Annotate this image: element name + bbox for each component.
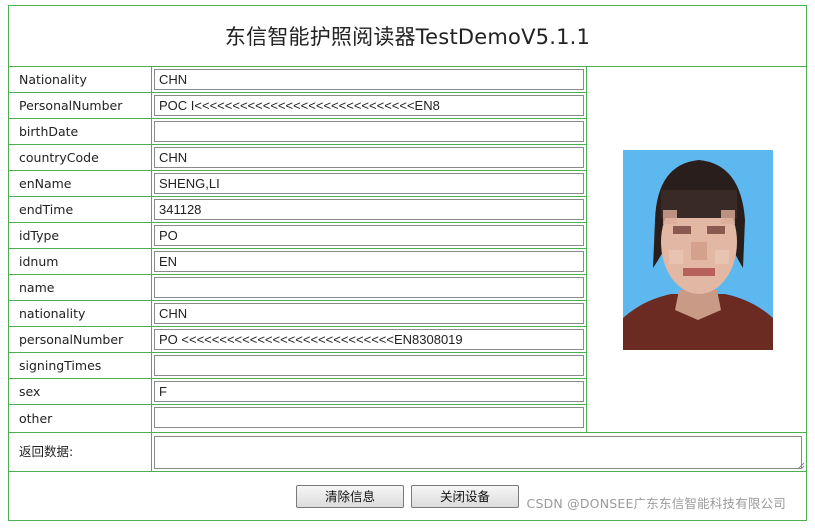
field-label: signingTimes [9,353,152,378]
field-row-endtime: endTime 341128 [9,197,587,223]
field-row-nationality-lower: nationality CHN [9,301,587,327]
country-code-input[interactable]: CHN [154,147,584,168]
field-label: birthDate [9,119,152,144]
field-label: idType [9,223,152,248]
button-bar: 清除信息 关闭设备 CSDN @DONSEE广东东信智能科技有限公司 [9,472,806,520]
end-time-input[interactable]: 341128 [154,199,584,220]
main-frame: 东信智能护照阅读器TestDemoV5.1.1 Nationality CHN … [8,5,807,521]
field-label: enName [9,171,152,196]
field-label: other [9,405,152,432]
id-num-input[interactable]: EN [154,251,584,272]
personal-number-lower-input[interactable]: PO <<<<<<<<<<<<<<<<<<<<<<<<<<<<EN8308019 [154,329,584,350]
app-title: 东信智能护照阅读器TestDemoV5.1.1 [224,25,591,49]
field-row-name: name [9,275,587,301]
other-input[interactable] [154,407,584,428]
personal-number-input[interactable]: POC I<<<<<<<<<<<<<<<<<<<<<<<<<<<<<EN8 [154,95,584,116]
field-label: countryCode [9,145,152,170]
en-name-input[interactable]: SHENG,LI [154,173,584,194]
field-row-enname: enName SHENG,LI [9,171,587,197]
portrait-photo [623,150,773,350]
field-row-sex: sex F [9,379,587,405]
field-label: personalNumber [9,327,152,352]
field-label: Nationality [9,67,152,92]
field-row-countrycode: countryCode CHN [9,145,587,171]
field-row-idtype: idType PO [9,223,587,249]
sex-input[interactable]: F [154,381,584,402]
field-label: name [9,275,152,300]
close-device-button[interactable]: 关闭设备 [411,485,519,508]
signing-times-input[interactable] [154,355,584,376]
resize-grip-icon[interactable] [797,462,805,470]
return-data-row: 返回数据: [9,432,806,472]
portrait-photo-icon [623,150,773,350]
field-label: PersonalNumber [9,93,152,118]
field-label: sex [9,379,152,404]
field-row-idnum: idnum EN [9,249,587,275]
field-row-nationality-upper: Nationality CHN [9,67,587,93]
field-row-signingtimes: signingTimes [9,353,587,379]
return-data-label: 返回数据: [9,433,152,471]
field-label: idnum [9,249,152,274]
name-input[interactable] [154,277,584,298]
title-row: 东信智能护照阅读器TestDemoV5.1.1 [9,6,806,67]
field-row-personalnumber-upper: PersonalNumber POC I<<<<<<<<<<<<<<<<<<<<… [9,93,587,119]
clear-info-button[interactable]: 清除信息 [296,485,404,508]
nationality-lower-input[interactable]: CHN [154,303,584,324]
id-type-input[interactable]: PO [154,225,584,246]
column-divider [586,67,587,432]
nationality-input[interactable]: CHN [154,69,584,90]
return-data-textarea[interactable] [154,436,802,469]
field-label: nationality [9,301,152,326]
birth-date-input[interactable] [154,121,584,142]
field-row-other: other [9,405,587,432]
field-row-personalnumber-lower: personalNumber PO <<<<<<<<<<<<<<<<<<<<<<… [9,327,587,353]
field-label: endTime [9,197,152,222]
field-row-birthdate: birthDate [9,119,587,145]
watermark: CSDN @DONSEE广东东信智能科技有限公司 [526,496,786,511]
